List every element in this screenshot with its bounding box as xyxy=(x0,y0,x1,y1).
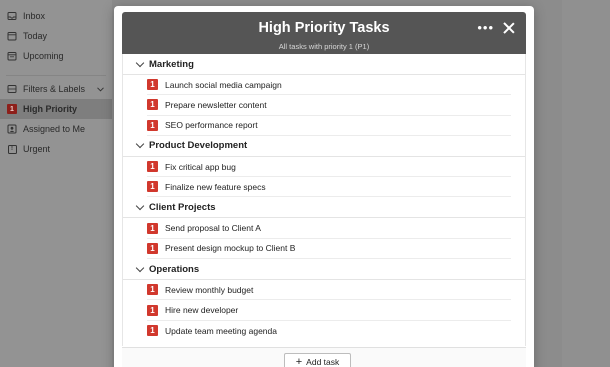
high-priority-modal: High Priority Tasks All tasks with prior… xyxy=(114,6,534,367)
task-title: Hire new developer xyxy=(165,305,239,316)
task-row[interactable]: 1 Launch social media campaign xyxy=(147,75,511,96)
task-row[interactable]: 1 Fix critical app bug xyxy=(147,157,511,178)
task-title: SEO performance report xyxy=(165,120,258,131)
sidebar-item-label: Upcoming xyxy=(23,51,64,61)
priority-1-icon: 1 xyxy=(7,104,17,114)
sidebar-item-urgent[interactable]: ! Urgent xyxy=(0,139,112,159)
task-row[interactable]: 1 Hire new developer xyxy=(147,300,511,321)
sidebar-item-upcoming[interactable]: Upcoming xyxy=(0,46,112,66)
group-title: Client Projects xyxy=(149,201,216,213)
priority-1-icon[interactable]: 1 xyxy=(147,99,158,111)
sidebar-filters-label: Filters & Labels xyxy=(23,84,86,94)
sidebar-item-label: Urgent xyxy=(23,144,51,154)
sidebar-item-label: Today xyxy=(23,31,48,41)
sidebar-item-assigned-to-me[interactable]: Assigned to Me xyxy=(0,119,112,139)
priority-1-icon[interactable]: 1 xyxy=(147,161,158,173)
sidebar-filters-header[interactable]: Filters & Labels xyxy=(0,79,112,99)
task-title: Review monthly budget xyxy=(165,284,254,295)
add-task-label: Add task xyxy=(306,357,340,367)
priority-1-icon[interactable]: 1 xyxy=(147,119,158,131)
task-row[interactable]: 1 Present design mockup to Client B xyxy=(147,239,511,260)
sidebar-item-high-priority[interactable]: 1 High Priority xyxy=(0,99,112,119)
group-header-client-projects[interactable]: Client Projects xyxy=(123,197,525,219)
sidebar-item-today[interactable]: Today xyxy=(0,26,112,46)
priority-1-icon[interactable]: 1 xyxy=(147,222,158,234)
filter-grid-icon xyxy=(7,84,17,94)
plus-icon: + xyxy=(295,356,303,367)
priority-1-icon[interactable]: 1 xyxy=(147,284,158,296)
priority-1-icon[interactable]: 1 xyxy=(147,325,158,337)
task-title: Fix critical app bug xyxy=(165,161,236,172)
chevron-down-icon[interactable] xyxy=(135,58,145,67)
task-row[interactable]: 1 Update team meeting agenda xyxy=(147,321,511,341)
more-options-icon[interactable]: ••• xyxy=(477,21,494,34)
sidebar-item-label: High Priority xyxy=(23,104,78,114)
chevron-down-icon[interactable] xyxy=(135,263,145,272)
group-title: Marketing xyxy=(149,58,194,70)
right-panel-dimmed xyxy=(562,0,610,367)
task-title: Prepare newsletter content xyxy=(165,99,267,110)
calendar-upcoming-icon xyxy=(7,51,17,61)
task-row[interactable]: 1 Review monthly budget xyxy=(147,280,511,301)
task-title: Present design mockup to Client B xyxy=(165,243,296,254)
modal-subtitle: All tasks with priority 1 (P1) xyxy=(278,42,370,51)
task-row[interactable]: 1 SEO performance report xyxy=(147,116,511,136)
group-header-marketing[interactable]: Marketing xyxy=(123,54,525,75)
calendar-today-icon xyxy=(7,31,17,41)
sidebar-item-label: Assigned to Me xyxy=(23,124,86,134)
sidebar-divider xyxy=(6,66,106,76)
priority-1-icon[interactable]: 1 xyxy=(147,304,158,316)
modal-title: High Priority Tasks xyxy=(258,20,390,36)
task-list: Marketing 1 Launch social media campaign … xyxy=(122,54,526,346)
task-row[interactable]: 1 Finalize new feature specs xyxy=(147,177,511,198)
chevron-down-icon[interactable] xyxy=(135,201,145,211)
task-title: Send proposal to Client A xyxy=(165,223,261,234)
sidebar-item-label: Inbox xyxy=(23,11,46,21)
group-header-product-development[interactable]: Product Development xyxy=(123,136,525,157)
sidebar: Inbox Today Upcoming Filters & Labels 1 … xyxy=(0,0,112,367)
group-header-operations[interactable]: Operations xyxy=(123,259,525,281)
inbox-icon xyxy=(7,11,17,21)
priority-1-icon[interactable]: 1 xyxy=(147,79,158,91)
task-title: Finalize new feature specs xyxy=(165,181,266,192)
close-icon[interactable] xyxy=(502,21,516,35)
task-title: Launch social media campaign xyxy=(165,79,282,90)
task-row[interactable]: 1 Send proposal to Client A xyxy=(147,218,511,239)
modal-header: High Priority Tasks All tasks with prior… xyxy=(122,12,526,54)
priority-1-icon[interactable]: 1 xyxy=(147,181,158,193)
chevron-down-icon xyxy=(97,84,104,94)
chevron-down-icon[interactable] xyxy=(135,140,145,149)
task-row[interactable]: 1 Prepare newsletter content xyxy=(147,95,511,116)
group-title: Product Development xyxy=(149,140,248,152)
sidebar-item-inbox[interactable]: Inbox xyxy=(0,6,112,26)
person-icon xyxy=(7,124,17,134)
task-title: Update team meeting agenda xyxy=(165,325,277,336)
exclamation-icon: ! xyxy=(7,144,17,154)
group-title: Operations xyxy=(149,263,200,275)
priority-1-icon[interactable]: 1 xyxy=(147,242,158,254)
add-task-button[interactable]: + Add task xyxy=(284,353,351,367)
modal-footer: + Add task xyxy=(122,347,526,367)
